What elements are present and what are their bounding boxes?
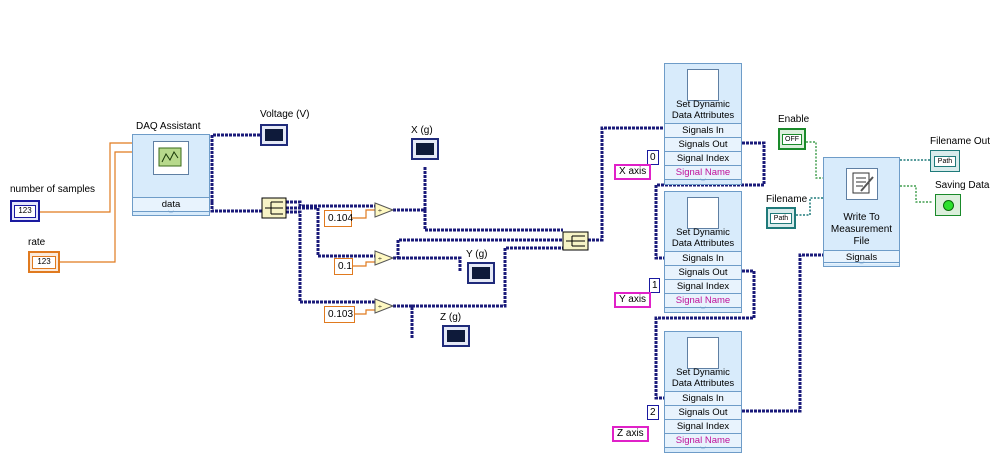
signal-name-constant-z[interactable]: Z axis: [612, 426, 649, 442]
saving-data-led[interactable]: [935, 194, 961, 216]
boolean-display: OFF: [782, 134, 802, 145]
filename-out-indicator[interactable]: Path: [930, 150, 960, 172]
saving-data-label: Saving Data: [935, 180, 990, 191]
signal-index-constant-1[interactable]: 1: [649, 278, 660, 293]
rate-control[interactable]: 123: [28, 251, 60, 273]
node-title-line2: Data Attributes: [671, 110, 735, 121]
numeric-display: 123: [32, 256, 56, 269]
z-g-label: Z (g): [440, 312, 462, 323]
voltage-label: Voltage (V): [260, 109, 310, 120]
daq-assistant-node[interactable]: data ︾: [132, 134, 210, 218]
constant-0-1[interactable]: 0.1: [334, 258, 353, 275]
numeric-display: 123: [14, 205, 36, 218]
dynamic-attributes-icon: [687, 197, 719, 229]
signal-name-constant-y[interactable]: Y axis: [614, 292, 652, 308]
expand-chevron-icon[interactable]: ︾: [824, 262, 899, 269]
led-icon: [943, 200, 954, 211]
y-g-label: Y (g): [466, 249, 488, 260]
node-title-line1: Set Dynamic: [676, 99, 730, 110]
svg-text:÷: ÷: [378, 208, 382, 215]
expand-chevron-icon[interactable]: ︾: [665, 179, 741, 188]
daq-assistant-label: DAQ Assistant: [136, 121, 201, 132]
z-g-graph-indicator[interactable]: [442, 325, 470, 347]
signals-out-terminal[interactable]: Signals Out: [665, 265, 741, 279]
number-of-samples-label: number of samples: [10, 184, 96, 195]
node-title-line3: File: [853, 236, 870, 247]
filename-control[interactable]: Path: [766, 207, 796, 229]
expand-chevron-icon[interactable]: ︾: [665, 307, 741, 316]
graph-icon: [265, 129, 283, 141]
signal-index-constant-0[interactable]: 0: [647, 150, 659, 165]
signal-name-terminal[interactable]: Signal Name: [665, 293, 741, 307]
x-g-graph-indicator[interactable]: [411, 138, 439, 160]
node-title-line1: Write To: [843, 212, 880, 223]
node-title-line2: Data Attributes: [671, 238, 735, 249]
signals-in-terminal[interactable]: Signals In: [665, 123, 741, 137]
node-title-line2: Data Attributes: [671, 378, 735, 389]
node-title-line2: Measurement: [830, 224, 893, 235]
expand-chevron-icon[interactable]: ︾: [665, 447, 741, 456]
path-display: Path: [770, 213, 792, 224]
daq-data-terminal[interactable]: data: [133, 197, 209, 211]
constant-0-104[interactable]: 0.104: [324, 210, 353, 227]
voltage-graph-indicator[interactable]: [260, 124, 288, 146]
graph-icon: [447, 330, 465, 342]
signal-name-terminal[interactable]: Signal Name: [665, 165, 741, 179]
signal-name-terminal[interactable]: Signal Name: [665, 433, 741, 447]
path-display: Path: [934, 156, 956, 167]
constant-0-103[interactable]: 0.103: [324, 306, 355, 323]
expand-chevron-icon[interactable]: ︾: [133, 211, 209, 220]
svg-text:÷: ÷: [378, 256, 382, 263]
filename-label: Filename: [766, 194, 808, 205]
signal-index-terminal[interactable]: Signal Index: [665, 419, 741, 433]
signals-in-terminal[interactable]: Signals In: [665, 391, 741, 405]
filename-out-label: Filename Out: [930, 136, 991, 147]
signals-out-terminal[interactable]: Signals Out: [665, 137, 741, 151]
x-g-label: X (g): [411, 125, 433, 136]
set-dynamic-data-attributes-node-2[interactable]: Set Dynamic Data Attributes Signals In S…: [664, 191, 742, 316]
node-title-line1: Set Dynamic: [676, 367, 730, 378]
signal-index-terminal[interactable]: Signal Index: [665, 151, 741, 165]
daq-icon: [153, 141, 189, 175]
graph-icon: [472, 267, 490, 279]
write-file-icon: [845, 168, 878, 200]
set-dynamic-data-attributes-node-3[interactable]: Set Dynamic Data Attributes Signals In S…: [664, 331, 742, 456]
y-g-graph-indicator[interactable]: [467, 262, 495, 284]
graph-icon: [416, 143, 434, 155]
signals-in-terminal[interactable]: Signals In: [665, 251, 741, 265]
svg-text:÷: ÷: [378, 304, 382, 311]
rate-label: rate: [28, 237, 46, 248]
signal-index-constant-2[interactable]: 2: [647, 405, 659, 420]
signal-name-constant-x[interactable]: X axis: [614, 164, 652, 180]
node-title-line1: Set Dynamic: [676, 227, 730, 238]
number-of-samples-control[interactable]: 123: [10, 200, 40, 222]
set-dynamic-data-attributes-node-1[interactable]: Set Dynamic Data Attributes Signals In S…: [664, 63, 742, 188]
dynamic-attributes-icon: [687, 69, 719, 101]
signals-out-terminal[interactable]: Signals Out: [665, 405, 741, 419]
signal-index-terminal[interactable]: Signal Index: [665, 279, 741, 293]
write-to-measurement-file-node[interactable]: Write To Measurement File Signals ︾: [823, 157, 900, 269]
dynamic-attributes-icon: [687, 337, 719, 369]
enable-control[interactable]: OFF: [778, 128, 806, 150]
enable-label: Enable: [778, 114, 810, 125]
